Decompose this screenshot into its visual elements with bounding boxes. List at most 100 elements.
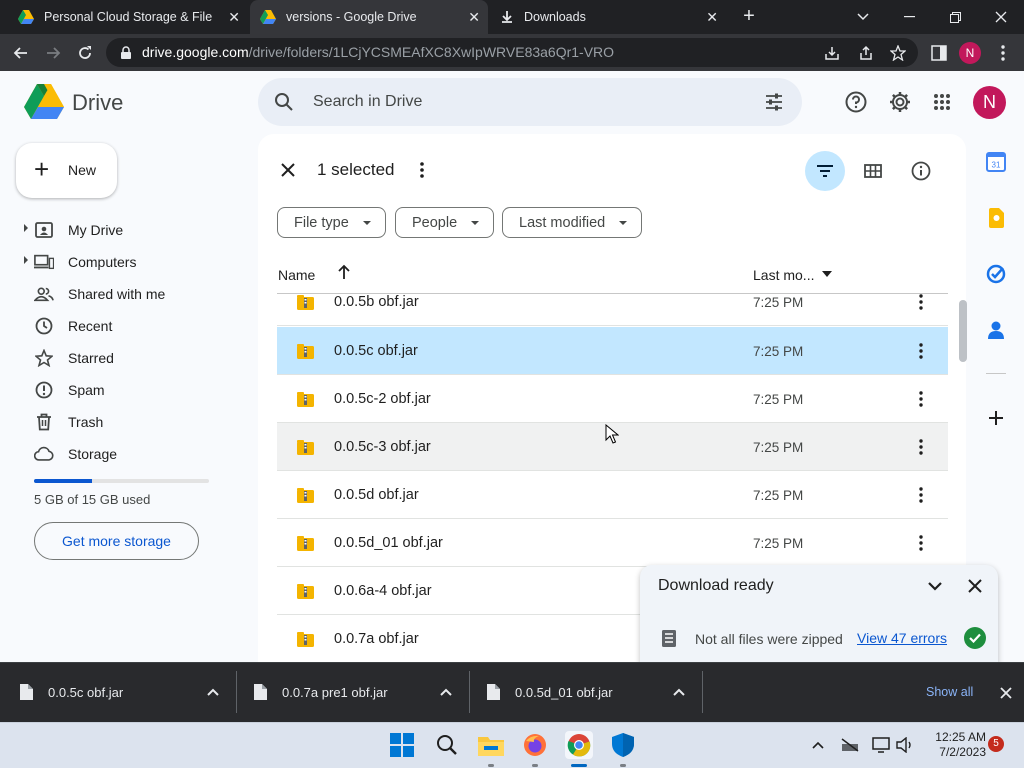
details-button[interactable] [901,151,941,191]
show-all-downloads-button[interactable]: Show all [926,685,973,699]
restore-button[interactable] [932,0,978,34]
new-button[interactable]: + New [16,143,117,198]
file-list-scrollbar[interactable] [959,300,967,362]
side-panel-button[interactable] [926,40,952,66]
filter-file-type[interactable]: File type [277,207,386,238]
search-icon[interactable] [274,92,294,117]
dropdown-arrow-icon[interactable] [822,271,832,277]
sidebar-item-my-drive[interactable]: My Drive [24,216,244,244]
selection-more-actions-button[interactable] [410,158,434,182]
add-addon-icon[interactable] [984,406,1008,430]
more-vert-icon[interactable] [911,389,931,409]
tab-personal-cloud-storage[interactable]: Personal Cloud Storage & File Sh ✕ [8,0,248,34]
forward-button[interactable] [40,40,66,66]
sidebar-item-spam[interactable]: Spam [24,376,244,404]
firefox-icon[interactable] [521,731,549,759]
chevron-up-icon[interactable] [672,685,686,699]
app-name[interactable]: Drive [72,90,123,116]
file-row[interactable]: 0.0.5c-2 obf.jar 7:25 PM [277,375,948,423]
filter-people[interactable]: People [395,207,495,238]
sidebar-item-trash[interactable]: Trash [24,408,244,436]
search-options-icon[interactable] [764,92,784,117]
notification-badge[interactable]: 5 [988,736,1004,752]
calendar-icon[interactable]: 31 [984,150,1008,174]
file-explorer-icon[interactable] [477,731,505,759]
chevron-up-icon[interactable] [808,735,828,755]
keep-icon[interactable] [984,206,1008,230]
address-bar[interactable]: drive.google.com/drive/folders/1LCjYCSME… [106,38,918,67]
search-bar[interactable]: Search in Drive [258,78,802,126]
sidebar-item-starred[interactable]: Starred [24,344,244,372]
install-app-icon[interactable] [822,43,842,63]
close-icon[interactable]: ✕ [468,9,480,26]
more-vert-icon[interactable] [911,485,931,505]
sidebar-item-storage[interactable]: Storage [24,440,244,468]
tab-versions-google-drive[interactable]: versions - Google Drive ✕ [250,0,488,34]
expand-caret-icon[interactable] [24,256,28,264]
filter-last-modified[interactable]: Last modified [502,207,643,238]
close-icon[interactable]: ✕ [706,9,718,26]
close-window-button[interactable] [978,0,1024,34]
file-row-selected[interactable]: 0.0.5c obf.jar 7:25 PM [277,327,948,375]
new-tab-button[interactable]: + [738,5,760,27]
computers-icon [34,252,54,272]
download-item-name: 0.0.7a pre1 obf.jar [282,685,388,700]
close-shelf-button[interactable] [997,684,1015,702]
sidebar-item-computers[interactable]: Computers [24,248,244,276]
windows-start-icon[interactable] [388,731,416,759]
chrome-icon[interactable] [565,731,593,759]
windows-security-icon[interactable] [609,731,637,759]
contacts-icon[interactable] [984,318,1008,342]
more-vert-icon[interactable] [911,533,931,553]
tab-downloads[interactable]: Downloads ✕ [490,0,726,34]
download-item[interactable]: 0.0.5d_01 obf.jar [467,663,703,723]
drive-logo-icon[interactable] [24,84,64,120]
chevron-up-icon[interactable] [206,685,220,699]
apps-grid-icon[interactable] [928,88,956,116]
reload-button[interactable] [72,40,98,66]
collapse-toast-button[interactable] [924,575,946,597]
column-header-last-modified[interactable]: Last mo... [753,267,814,283]
back-button[interactable] [8,40,34,66]
grid-view-button[interactable] [853,151,893,191]
tasks-icon[interactable] [984,262,1008,286]
search-input[interactable]: Search in Drive [313,93,422,111]
column-header-name[interactable]: Name [278,267,315,283]
download-ready-toast: Download ready Not all files were zipped… [640,565,998,665]
close-icon[interactable]: ✕ [228,9,240,26]
file-row[interactable]: 0.0.5d obf.jar 7:25 PM [277,471,948,519]
view-errors-link[interactable]: View 47 errors [857,630,947,646]
network-disconnected-icon[interactable] [840,735,860,755]
download-item[interactable]: 0.0.5c obf.jar [0,663,236,723]
file-row[interactable]: 0.0.5d_01 obf.jar 7:25 PM [277,519,948,567]
minimize-button[interactable] [886,0,932,34]
clear-selection-button[interactable] [276,158,300,182]
list-view-button[interactable] [805,151,845,191]
taskbar-search-icon[interactable] [433,731,461,759]
chrome-profile-avatar[interactable]: N [959,42,981,64]
expand-caret-icon[interactable] [24,224,28,232]
display-icon[interactable] [871,735,891,755]
get-more-storage-button[interactable]: Get more storage [34,522,199,560]
download-item[interactable]: 0.0.7a pre1 obf.jar [234,663,470,723]
sort-arrow-up-icon[interactable] [337,264,351,285]
taskbar-clock[interactable]: 12:25 AM 7/2/2023 [924,730,986,760]
file-row[interactable]: 0.0.5b obf.jar 7:25 PM [277,294,948,326]
share-icon[interactable] [856,43,876,63]
more-vert-icon[interactable] [911,341,931,361]
tab-search-button[interactable] [840,0,886,34]
archive-file-icon [297,440,314,455]
volume-icon[interactable] [895,735,915,755]
help-icon[interactable] [842,88,870,116]
more-vert-icon[interactable] [911,294,931,312]
account-avatar[interactable]: N [973,86,1006,119]
sidebar-item-recent[interactable]: Recent [24,312,244,340]
chrome-menu-button[interactable] [990,40,1016,66]
more-vert-icon[interactable] [911,437,931,457]
sidebar-item-shared-with-me[interactable]: Shared with me [24,280,244,308]
chevron-up-icon[interactable] [439,685,453,699]
close-toast-button[interactable] [964,575,986,597]
star-bookmark-icon[interactable] [888,43,908,63]
settings-gear-icon[interactable] [886,88,914,116]
lock-icon[interactable] [116,43,136,63]
